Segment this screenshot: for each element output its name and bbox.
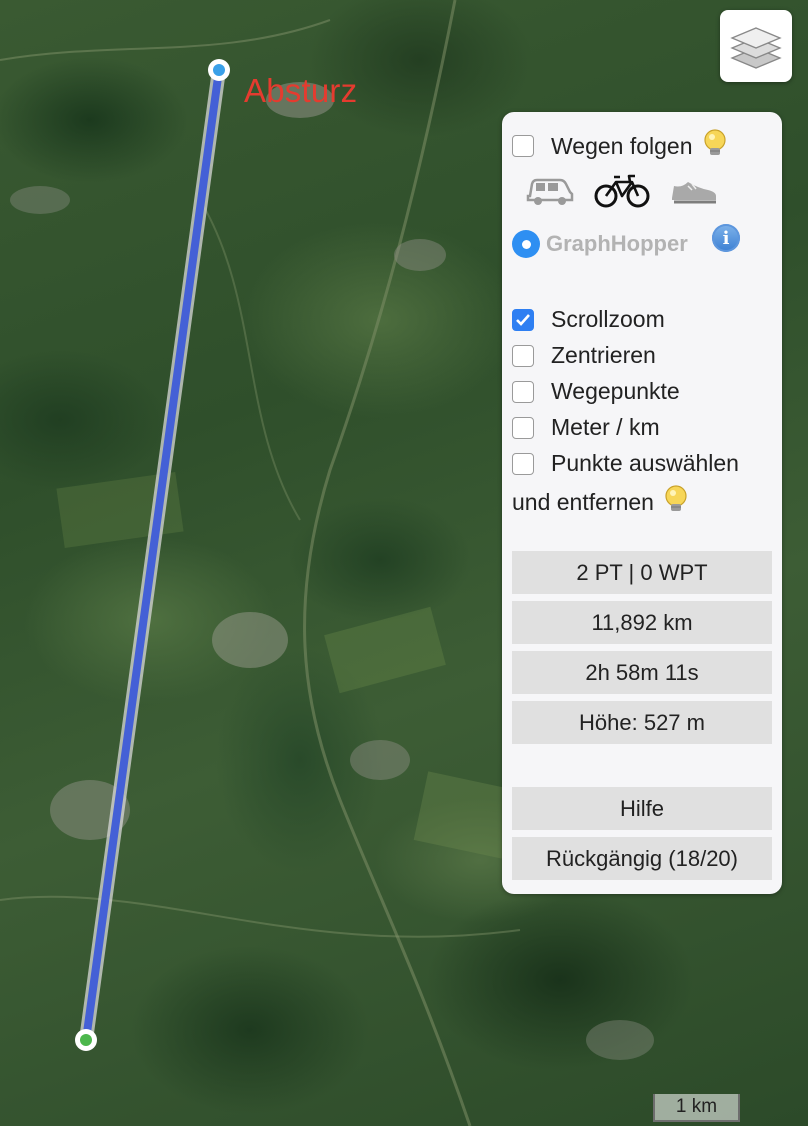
control-panel: Wegen folgen GraphHopper i Scrollzoom Ze…: [502, 112, 782, 894]
end-marker[interactable]: [75, 1029, 97, 1051]
start-marker[interactable]: [208, 59, 230, 81]
car-icon[interactable]: [524, 172, 576, 213]
graphhopper-label: GraphHopper: [546, 231, 688, 256]
route-line[interactable]: [82, 66, 223, 1044]
scrollzoom-checkbox[interactable]: [512, 308, 534, 331]
option-label: Punkte auswählen: [551, 450, 739, 476]
follow-roads-row[interactable]: Wegen folgen: [512, 128, 729, 164]
option-waypoints[interactable]: Wegepunkte: [512, 378, 680, 405]
bicycle-icon[interactable]: [594, 172, 650, 213]
option-select-points[interactable]: Punkte auswählen: [512, 450, 739, 477]
layers-button[interactable]: [720, 10, 792, 82]
help-button[interactable]: Hilfe: [512, 787, 772, 830]
scale-bar: 1 km: [653, 1094, 740, 1122]
lightbulb-icon[interactable]: [662, 484, 690, 520]
elevation-value: Höhe: 527 m: [512, 701, 772, 744]
option-units[interactable]: Meter / km: [512, 414, 660, 441]
option-scrollzoom[interactable]: Scrollzoom: [512, 306, 665, 333]
info-icon[interactable]: i: [712, 224, 740, 252]
units-checkbox[interactable]: [512, 416, 534, 439]
option-center[interactable]: Zentrieren: [512, 342, 656, 369]
routing-radio[interactable]: [512, 230, 540, 258]
waypoints-checkbox[interactable]: [512, 380, 534, 403]
routing-engine-option[interactable]: GraphHopper: [512, 230, 688, 258]
lightbulb-icon[interactable]: [701, 128, 729, 164]
center-checkbox[interactable]: [512, 344, 534, 367]
option-select-points-continuation: und entfernen: [512, 484, 690, 520]
option-label: Zentrieren: [551, 342, 656, 368]
duration-value: 2h 58m 11s: [512, 651, 772, 694]
option-label: Scrollzoom: [551, 306, 665, 332]
points-count: 2 PT | 0 WPT: [512, 551, 772, 594]
option-continuation-label: und entfernen: [512, 488, 654, 515]
select-points-checkbox[interactable]: [512, 452, 534, 475]
shoe-icon[interactable]: [668, 172, 720, 213]
follow-roads-checkbox[interactable]: [512, 135, 534, 157]
undo-button[interactable]: Rückgängig (18/20): [512, 837, 772, 880]
option-label: Wegepunkte: [551, 378, 680, 404]
option-label: Meter / km: [551, 414, 660, 440]
layers-icon: [730, 27, 782, 69]
travel-mode-selector: [524, 172, 738, 213]
follow-roads-label: Wegen folgen: [551, 132, 693, 159]
distance-value: 11,892 km: [512, 601, 772, 644]
marker-label: Absturz: [244, 72, 358, 109]
